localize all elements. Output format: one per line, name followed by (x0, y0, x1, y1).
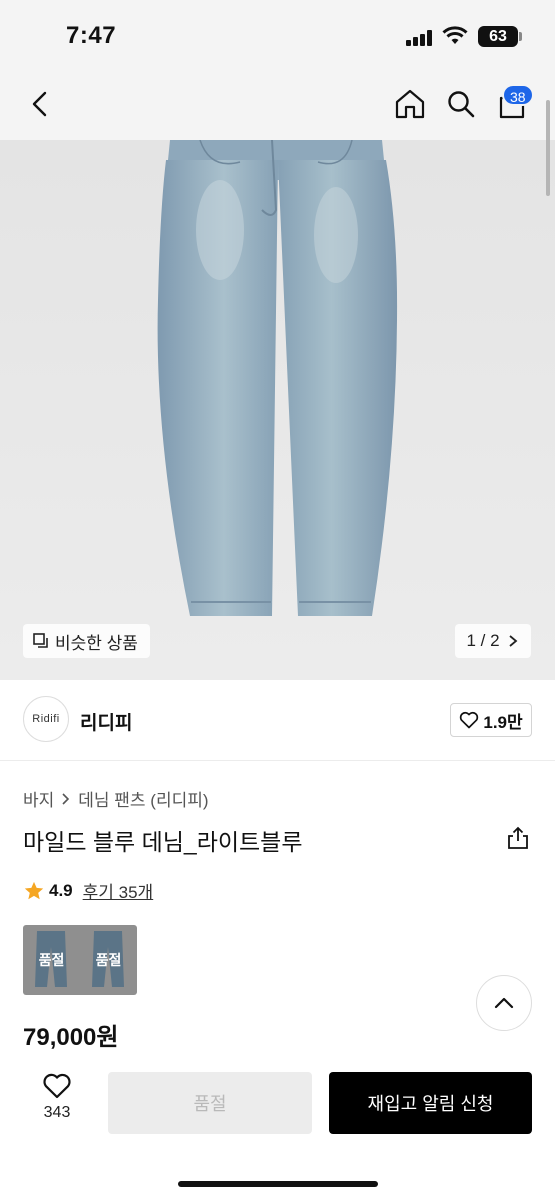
back-button[interactable] (22, 86, 58, 122)
chevron-right-icon (508, 635, 517, 647)
product-title: 마일드 블루 데님_라이트블루 (23, 829, 303, 855)
option-soldout-label: 품절 (95, 952, 122, 968)
breadcrumb-subcategory[interactable]: 데님 팬츠 (리디피) (78, 786, 208, 811)
search-button[interactable] (443, 86, 479, 122)
option-soldout-label: 품절 (38, 952, 65, 968)
rating-row: 4.9 후기 35개 (23, 878, 153, 903)
cart-count-badge: 38 (502, 84, 534, 106)
status-time: 7:47 (66, 22, 117, 49)
product-image-carousel[interactable] (0, 140, 555, 680)
brand-like-button[interactable]: 1.9만 (450, 703, 532, 737)
wishlist-button[interactable]: 343 (32, 1072, 82, 1132)
option-thumbnail[interactable]: 품절 (80, 925, 137, 995)
scrollbar[interactable] (546, 100, 550, 196)
rating-value: 4.9 (49, 880, 73, 900)
image-page-indicator[interactable]: 1 / 2 (455, 624, 531, 658)
similar-products-label: 비슷한 상품 (55, 633, 138, 653)
back-arrow-icon (32, 91, 47, 117)
brand-logo-text: Ridifi (32, 713, 60, 725)
similar-products-icon (33, 633, 48, 648)
chevron-up-icon (494, 997, 514, 1009)
product-price: 79,000원 (23, 1024, 119, 1051)
scroll-to-top-button[interactable] (476, 975, 532, 1031)
review-link[interactable]: 후기 35개 (83, 878, 154, 903)
wishlist-count: 343 (43, 1104, 71, 1121)
brand-like-count: 1.9만 (483, 712, 523, 732)
star-icon (24, 881, 44, 899)
similar-products-button[interactable]: 비슷한 상품 (23, 624, 150, 658)
brand-name[interactable]: 리디피 (80, 708, 132, 735)
home-icon (395, 89, 425, 119)
chevron-right-icon (62, 792, 70, 805)
breadcrumb: 바지 데님 팬츠 (리디피) (23, 786, 209, 811)
home-indicator (178, 1181, 378, 1187)
soldout-button: 품절 (108, 1072, 312, 1134)
share-icon[interactable] (505, 825, 531, 851)
color-options[interactable]: 품절 품절 (23, 925, 137, 995)
battery-icon: 63 (478, 26, 518, 47)
heart-icon (460, 711, 479, 729)
wifi-icon (442, 26, 468, 44)
jeans-product-image (157, 140, 398, 616)
battery-cap (519, 32, 522, 41)
status-bar: 7:47 63 (0, 0, 555, 70)
search-icon (448, 91, 475, 118)
brand-logo[interactable]: Ridifi (23, 696, 69, 742)
option-thumbnail[interactable]: 품절 (23, 925, 80, 995)
page-indicator-text: 1 / 2 (466, 631, 500, 650)
heart-icon (43, 1073, 71, 1099)
cellular-signal-icon (406, 30, 436, 46)
breadcrumb-category[interactable]: 바지 (23, 786, 54, 811)
restock-notification-button[interactable]: 재입고 알림 신청 (329, 1072, 532, 1134)
top-navigation-bar (0, 70, 555, 140)
home-button[interactable] (392, 86, 428, 122)
section-divider (0, 760, 555, 761)
